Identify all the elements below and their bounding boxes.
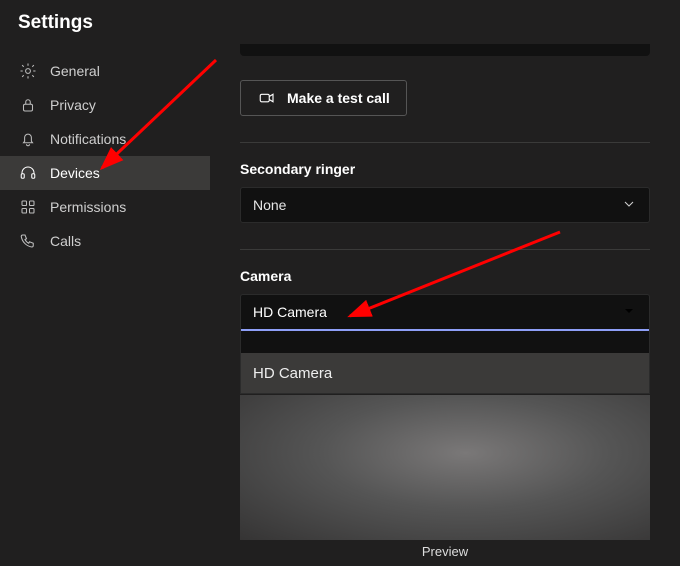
section-divider	[240, 249, 650, 250]
settings-sidebar: General Privacy Notifications Devices Pe	[0, 44, 210, 564]
select-value: None	[253, 197, 286, 213]
secondary-ringer-select[interactable]: None	[240, 187, 650, 223]
button-label: Make a test call	[287, 90, 390, 106]
sidebar-item-notifications[interactable]: Notifications	[0, 122, 210, 156]
settings-main: Make a test call Secondary ringer None C…	[210, 44, 680, 564]
video-call-icon	[257, 88, 277, 108]
lock-icon	[18, 95, 38, 115]
camera-select-current[interactable]: HD Camera	[241, 295, 649, 331]
section-divider	[240, 142, 650, 143]
make-test-call-button[interactable]: Make a test call	[240, 80, 407, 116]
sidebar-item-label: Notifications	[50, 131, 126, 147]
camera-select-open[interactable]: HD Camera HD Camera	[240, 294, 650, 394]
camera-label: Camera	[240, 268, 662, 284]
sidebar-item-calls[interactable]: Calls	[0, 224, 210, 258]
option-label: HD Camera	[253, 365, 332, 382]
bell-icon	[18, 129, 38, 149]
sidebar-item-label: General	[50, 63, 100, 79]
select-value: HD Camera	[253, 304, 327, 320]
sidebar-item-label: Privacy	[50, 97, 96, 113]
sidebar-item-label: Devices	[50, 165, 100, 181]
sidebar-item-label: Calls	[50, 233, 81, 249]
headset-icon	[18, 163, 38, 183]
previous-select-stub[interactable]	[240, 44, 650, 56]
sidebar-item-permissions[interactable]: Permissions	[0, 190, 210, 224]
grid-icon	[18, 197, 38, 217]
page-title: Settings	[18, 12, 662, 34]
sidebar-item-devices[interactable]: Devices	[0, 156, 210, 190]
phone-icon	[18, 231, 38, 251]
camera-preview	[240, 395, 650, 540]
sidebar-item-label: Permissions	[50, 199, 126, 215]
sidebar-item-privacy[interactable]: Privacy	[0, 88, 210, 122]
camera-preview-label: Preview	[240, 540, 650, 559]
gear-icon	[18, 61, 38, 81]
camera-preview-wrap: Preview	[240, 395, 650, 559]
camera-option-hd[interactable]: HD Camera	[241, 353, 649, 393]
secondary-ringer-label: Secondary ringer	[240, 161, 662, 177]
chevron-down-icon	[621, 303, 637, 322]
sidebar-item-general[interactable]: General	[0, 54, 210, 88]
chevron-down-icon	[621, 196, 637, 215]
